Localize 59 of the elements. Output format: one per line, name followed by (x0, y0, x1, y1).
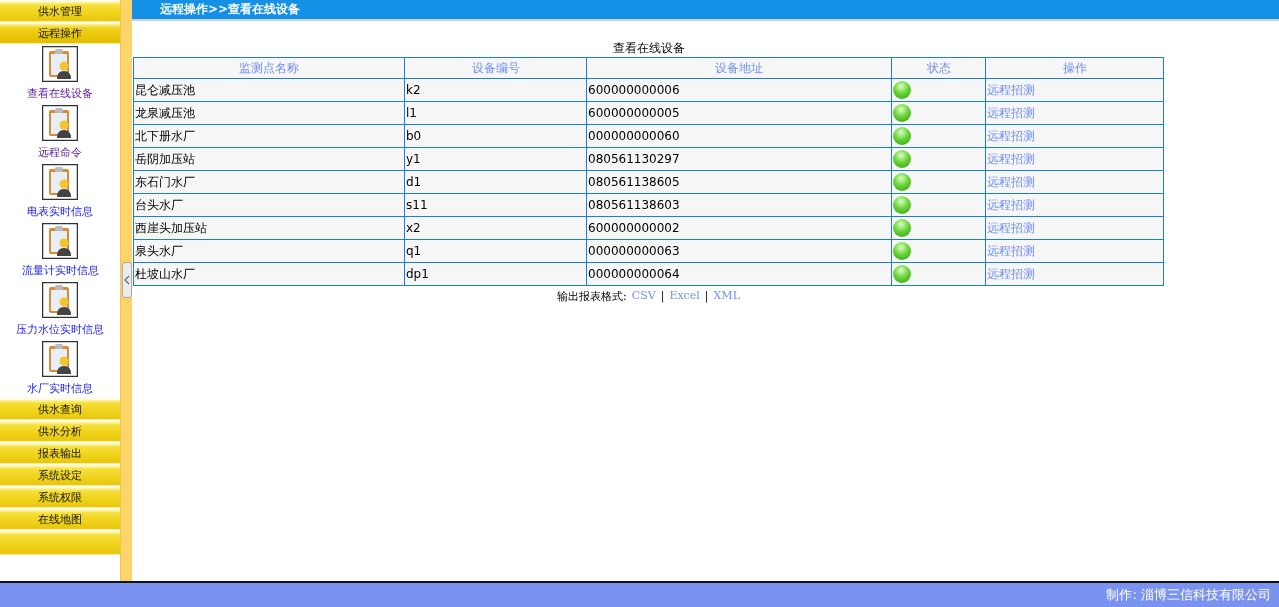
table-cell: 北下册水厂 (133, 124, 405, 148)
table-cell: 600000000005 (586, 101, 892, 125)
export-label: 输出报表格式: (557, 289, 627, 304)
clipboard-person-icon[interactable] (42, 282, 78, 318)
sidebar-menu-button[interactable]: 供水查询 (0, 398, 120, 420)
table-cell: dp1 (404, 262, 587, 286)
table-cell: b0 (404, 124, 587, 148)
clipboard-person-icon[interactable] (42, 105, 78, 141)
sidebar-menu-button[interactable]: 系统权限 (0, 486, 120, 508)
column-header: 状态 (891, 57, 986, 79)
sidebar-link[interactable]: 查看在线设备 (27, 86, 93, 101)
column-header: 设备地址 (586, 57, 892, 79)
column-header: 设备编号 (404, 57, 587, 79)
table-cell: q1 (404, 239, 587, 263)
separator: | (660, 289, 665, 304)
breadcrumb: 远程操作>>查看在线设备 (160, 1, 301, 18)
sidebar-menu-button[interactable]: 供水分析 (0, 420, 120, 442)
table-cell: 台头水厂 (133, 193, 405, 217)
sidebar-menu-button[interactable]: 在线地图 (0, 508, 120, 530)
table-cell: 西崖头加压站 (133, 216, 405, 240)
sidebar-menu-button[interactable]: 供水管理 (0, 0, 120, 22)
sidebar-link[interactable]: 压力水位实时信息 (16, 322, 104, 337)
clipboard-person-icon[interactable] (42, 223, 78, 259)
table-cell: 东石门水厂 (133, 170, 405, 194)
table-cell: 600000000002 (586, 216, 892, 240)
sidebar-link[interactable]: 电表实时信息 (27, 204, 93, 219)
separator: | (704, 289, 709, 304)
collapse-handle[interactable] (122, 262, 132, 298)
table-cell: 龙泉减压池 (133, 101, 405, 125)
table-cell: 080561130297 (586, 147, 892, 171)
table-caption: 查看在线设备 (611, 40, 686, 57)
table-cell: 080561138603 (586, 193, 892, 217)
clipboard-person-icon[interactable] (42, 46, 78, 82)
table-cell: y1 (404, 147, 587, 171)
table-cell: 080561138605 (586, 170, 892, 194)
table-cell: 昆仑减压池 (133, 78, 405, 102)
column-header: 操作 (985, 57, 1164, 79)
table-cell: 泉头水厂 (133, 239, 405, 263)
table-cell: l1 (404, 101, 587, 125)
table-cell: s11 (404, 193, 587, 217)
table-cell: 000000000064 (586, 262, 892, 286)
table-cell: k2 (404, 78, 587, 102)
footer-credit: 制作: 淄博三信科技有限公司 (1106, 586, 1271, 604)
clipboard-person-icon[interactable] (42, 341, 78, 377)
table-cell: x2 (404, 216, 587, 240)
table-cell: 岳阴加压站 (133, 147, 405, 171)
column-header: 监测点名称 (133, 57, 405, 79)
table-cell: 杜坡山水厂 (133, 262, 405, 286)
sidebar-menu-button[interactable]: 远程操作 (0, 22, 120, 44)
sidebar-menu-button[interactable]: 报表输出 (0, 442, 120, 464)
sidebar-link[interactable]: 水厂实时信息 (27, 381, 93, 396)
table-cell: d1 (404, 170, 587, 194)
table-cell: 600000000006 (586, 78, 892, 102)
table-cell: 000000000063 (586, 239, 892, 263)
sidebar-link[interactable]: 流量计实时信息 (21, 263, 99, 278)
table-cell: 000000000060 (586, 124, 892, 148)
sidebar-menu-button[interactable]: 系统设定 (0, 464, 120, 486)
clipboard-person-icon[interactable] (42, 164, 78, 200)
sidebar-link[interactable]: 远程命令 (38, 145, 82, 160)
